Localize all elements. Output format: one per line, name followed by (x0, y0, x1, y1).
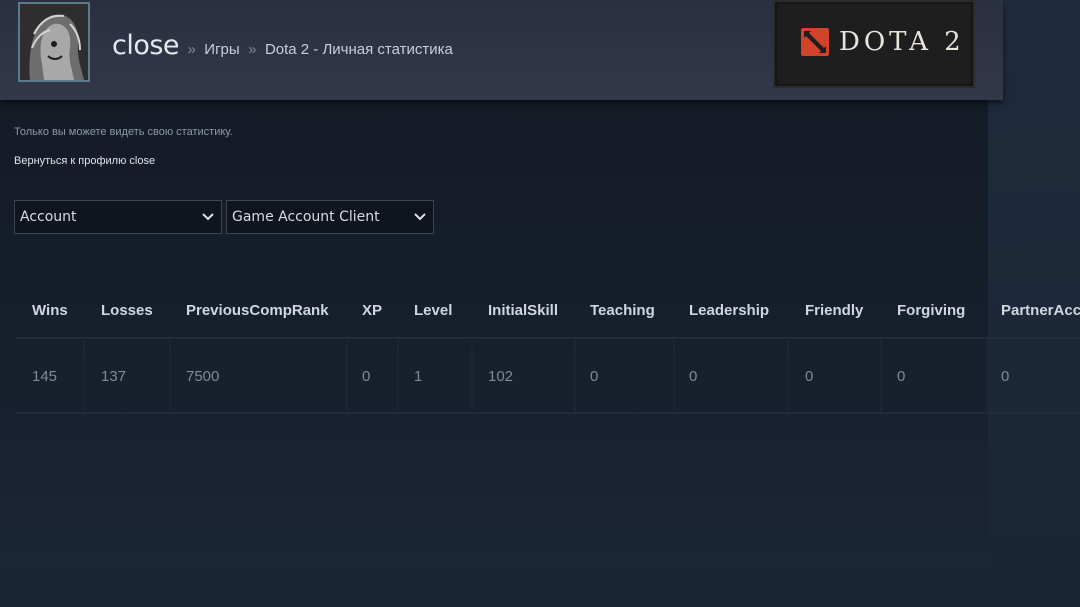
cell-initialskill: 102 (488, 368, 514, 385)
cell-partneracc: 0 (1001, 368, 1010, 385)
dota-emblem-icon (801, 28, 829, 56)
profile-header: close » Игры » Dota 2 - Личная статистик… (0, 0, 1003, 100)
stat-category-value: Account (20, 209, 77, 225)
column-header-wins: Wins (32, 302, 68, 319)
page: Только вы можете видеть свою статистику.… (0, 0, 1080, 607)
column-header-forgiving: Forgiving (897, 302, 966, 319)
cell-previouscomprank: 7500 (186, 368, 220, 385)
cell-level: 1 (414, 368, 423, 385)
stat-category-select[interactable]: Account (14, 200, 222, 234)
chevron-down-icon (202, 213, 214, 221)
back-to-profile-link[interactable]: Вернуться к профилю close (14, 155, 155, 167)
breadcrumb-current-page[interactable]: Dota 2 - Личная статистика (265, 41, 453, 58)
breadcrumb-separator: » (248, 41, 257, 58)
stats-table: Wins Losses PreviousCompRank XP Level In… (16, 282, 1080, 414)
column-header-leadership: Leadership (689, 302, 770, 319)
breadcrumb-games-link[interactable]: Игры (204, 41, 239, 58)
column-header-losses: Losses (101, 302, 153, 319)
column-divider (346, 340, 348, 412)
chevron-down-icon (414, 213, 426, 221)
column-divider (83, 340, 85, 412)
column-divider (673, 340, 675, 412)
profile-name-link[interactable]: close (112, 30, 180, 61)
column-header-previouscomprank: PreviousCompRank (186, 302, 329, 319)
column-header-teaching: Teaching (590, 302, 655, 319)
cell-forgiving: 0 (897, 368, 906, 385)
breadcrumb-separator: » (187, 41, 196, 58)
column-header-partneracc: PartnerAcc (1001, 302, 1080, 319)
column-divider (574, 340, 576, 412)
game-logo-text: DOTA 2 (839, 27, 965, 57)
privacy-note: Только вы можете видеть свою статистику. (14, 126, 233, 138)
cell-losses: 137 (101, 368, 127, 385)
row-divider (16, 412, 1080, 414)
column-header-xp: XP (362, 302, 383, 319)
column-divider (471, 340, 473, 412)
column-divider (986, 340, 988, 412)
column-divider (397, 340, 399, 412)
cell-xp: 0 (362, 368, 371, 385)
stat-source-select[interactable]: Game Account Client (226, 200, 434, 234)
column-header-level: Level (414, 302, 453, 319)
column-divider (787, 340, 789, 412)
game-logo[interactable]: DOTA 2 (773, 0, 975, 88)
breadcrumb: close » Игры » Dota 2 - Личная статистик… (112, 30, 453, 61)
column-divider (169, 340, 171, 412)
cell-teaching: 0 (590, 368, 599, 385)
stat-source-value: Game Account Client (232, 209, 380, 225)
header-row-divider (16, 337, 1080, 339)
cell-wins: 145 (32, 368, 58, 385)
avatar[interactable] (18, 2, 90, 82)
column-divider (880, 340, 882, 412)
column-header-friendly: Friendly (805, 302, 864, 319)
cell-friendly: 0 (805, 368, 814, 385)
cell-leadership: 0 (689, 368, 698, 385)
column-header-initialskill: InitialSkill (488, 302, 559, 319)
avatar-image (20, 4, 88, 80)
